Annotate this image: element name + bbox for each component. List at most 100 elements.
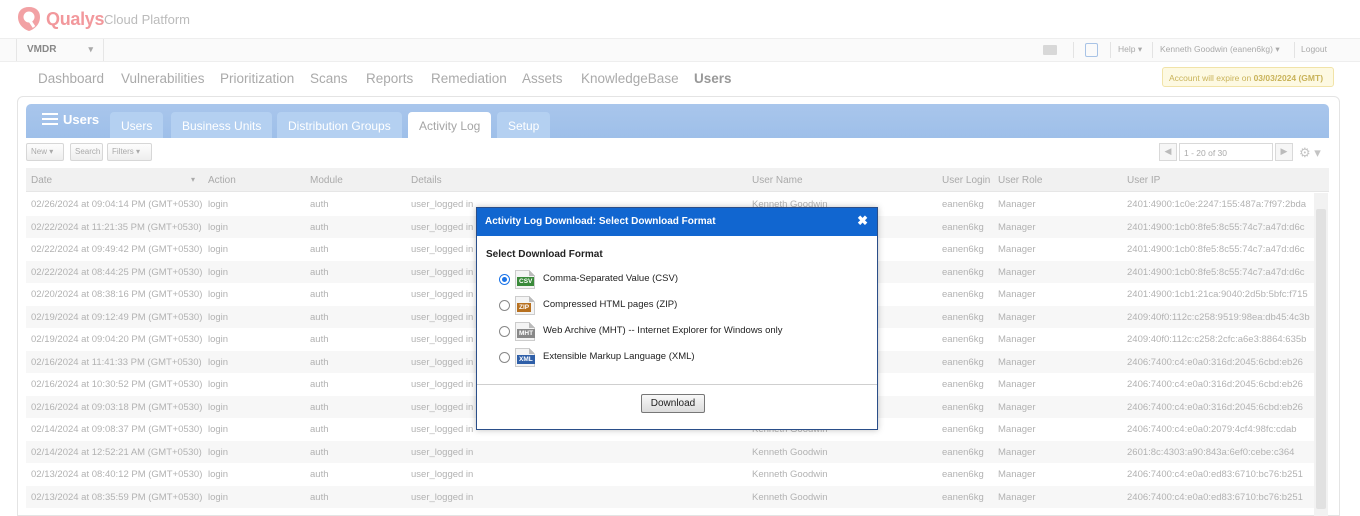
col-details[interactable]: Details [411,175,442,186]
calendar-icon[interactable] [1085,43,1098,57]
close-icon[interactable]: ✖ [857,213,868,229]
cell-user-login: eanen6kg [942,491,984,503]
cell-details: user_logged in [411,446,474,458]
cell-user-role: Manager [998,491,1036,503]
cell-user-role: Manager [998,446,1036,458]
cell-date: 02/13/2024 at 08:40:12 PM (GMT+0530) [31,469,203,480]
nav-remediation[interactable]: Remediation [431,71,507,86]
qualys-logo-icon [18,7,40,31]
cell-user-login: eanen6kg [942,469,984,480]
nav-dashboard[interactable]: Dashboard [38,71,104,86]
cell-user-login: eanen6kg [942,446,984,458]
scroll-thumb[interactable] [1316,209,1326,509]
col-user-ip[interactable]: User IP [1127,175,1160,186]
col-module[interactable]: Module [310,175,343,186]
cell-date: 02/13/2024 at 08:35:59 PM (GMT+0530) [31,491,203,503]
cell-user-login: eanen6kg [942,311,984,323]
cell-module: auth [310,266,329,278]
cell-user-login: eanen6kg [942,266,984,278]
page-range: 1 - 20 of 30 [1179,143,1273,161]
nav-knowledgebase[interactable]: KnowledgeBase [581,71,679,86]
col-user-role[interactable]: User Role [998,175,1042,186]
list-icon [42,113,58,125]
help-menu[interactable]: Help ▾ [1118,44,1142,55]
nav-assets[interactable]: Assets [522,71,563,86]
radio-button[interactable] [499,300,510,311]
radio-button[interactable] [499,274,510,285]
cell-user-role: Manager [998,266,1036,278]
sort-desc-icon[interactable]: ▾ [191,175,195,184]
brand-sub: Cloud Platform [104,12,190,27]
cell-details: user_logged in [411,491,474,503]
filters-button[interactable]: Filters ▾ [107,143,152,161]
tab-users[interactable]: Users [110,112,164,138]
radio-button[interactable] [499,352,510,363]
panel-title: Users [42,112,99,127]
option-label: Compressed HTML pages (ZIP) [543,299,678,310]
user-label: Kenneth Goodwin (eanen6kg) [1160,44,1273,54]
page-fold [529,322,535,328]
cell-action: login [208,221,229,233]
cell-date: 02/14/2024 at 09:08:37 PM (GMT+0530) [31,424,203,435]
cell-module: auth [310,491,329,503]
cell-date: 02/19/2024 at 09:04:20 PM (GMT+0530) [31,334,203,345]
prev-page-icon[interactable]: ◀ [1159,143,1177,161]
mail-icon[interactable] [1043,45,1057,55]
file-type-tag: XML [517,355,535,364]
main-nav: Dashboard Vulnerabilities Prioritization… [0,62,1360,96]
nav-users[interactable]: Users [694,71,732,86]
format-option-mht[interactable]: MHT Web Archive (MHT) -- Internet Explore… [499,322,859,342]
page-fold [529,296,535,302]
cell-user-login: eanen6kg [942,356,984,368]
dialog-divider [477,384,877,385]
help-label: Help [1118,44,1136,54]
format-option-xml[interactable]: XML Extensible Markup Language (XML) [499,348,859,368]
gear-icon[interactable]: ⚙ ▾ [1299,145,1321,161]
cell-date: 02/16/2024 at 09:03:18 PM (GMT+0530) [31,401,203,413]
module-label: VMDR [27,44,57,55]
tab-business-units[interactable]: Business Units [171,112,273,138]
cell-user-ip: 2401:4900:1cb0:8fe5:8c55:74c7:a47d:d6c [1127,244,1305,255]
cell-action: login [208,446,229,458]
radio-button[interactable] [499,326,510,337]
cell-action: login [208,244,229,255]
table-row[interactable]: 02/13/2024 at 08:40:12 PM (GMT+0530) logi… [26,463,1314,486]
xml-file-icon: XML [515,348,535,367]
page-fold [529,270,535,276]
download-format-dialog: Activity Log Download: Select Download F… [476,207,878,430]
nav-vulnerabilities[interactable]: Vulnerabilities [121,71,205,86]
filters-label: Filters [112,147,134,156]
nav-prioritization[interactable]: Prioritization [220,71,294,86]
cell-user-ip: 2406:7400:c4:e0a0:316d:2045:6cbd:eb26 [1127,379,1303,390]
nav-reports[interactable]: Reports [366,71,413,86]
next-page-icon[interactable]: ▶ [1275,143,1293,161]
format-option-csv[interactable]: CSV Comma-Separated Value (CSV) [499,270,859,290]
user-menu[interactable]: Kenneth Goodwin (eanen6kg) ▾ [1160,44,1280,55]
col-user-name[interactable]: User Name [752,175,803,186]
logout-link[interactable]: Logout [1301,44,1327,54]
tab-activity-log[interactable]: Activity Log [408,112,492,138]
new-button[interactable]: New ▾ [26,143,64,161]
table-scrollbar[interactable] [1314,193,1328,516]
col-action[interactable]: Action [208,175,236,186]
module-selector[interactable]: VMDR ▾ [16,39,104,61]
table-row[interactable]: 02/13/2024 at 08:35:59 PM (GMT+0530) logi… [26,485,1314,508]
tab-setup[interactable]: Setup [497,112,551,138]
nav-scans[interactable]: Scans [310,71,348,86]
col-date[interactable]: Date [31,175,52,186]
cell-user-ip: 2601:8c:4303:a90:843a:6ef0:cebe:c364 [1127,446,1295,458]
format-option-zip[interactable]: ZIP Compressed HTML pages (ZIP) [499,296,859,316]
search-button[interactable]: Search [70,143,103,161]
download-button[interactable]: Download [641,394,705,413]
divider [1152,42,1153,58]
tab-distribution-groups[interactable]: Distribution Groups [277,112,402,138]
file-type-tag: ZIP [517,303,532,312]
cell-user-login: eanen6kg [942,401,984,413]
cell-action: login [208,334,229,345]
dialog-header: Activity Log Download: Select Download F… [477,208,877,236]
file-type-tag: CSV [517,277,535,286]
table-row[interactable]: 02/14/2024 at 12:52:21 AM (GMT+0530) logi… [26,440,1314,463]
cell-action: login [208,469,229,480]
col-user-login[interactable]: User Login [942,175,990,186]
cell-user-ip: 2409:40f0:112c:c258:2cfc:a6e3:8864:635b [1127,334,1307,345]
